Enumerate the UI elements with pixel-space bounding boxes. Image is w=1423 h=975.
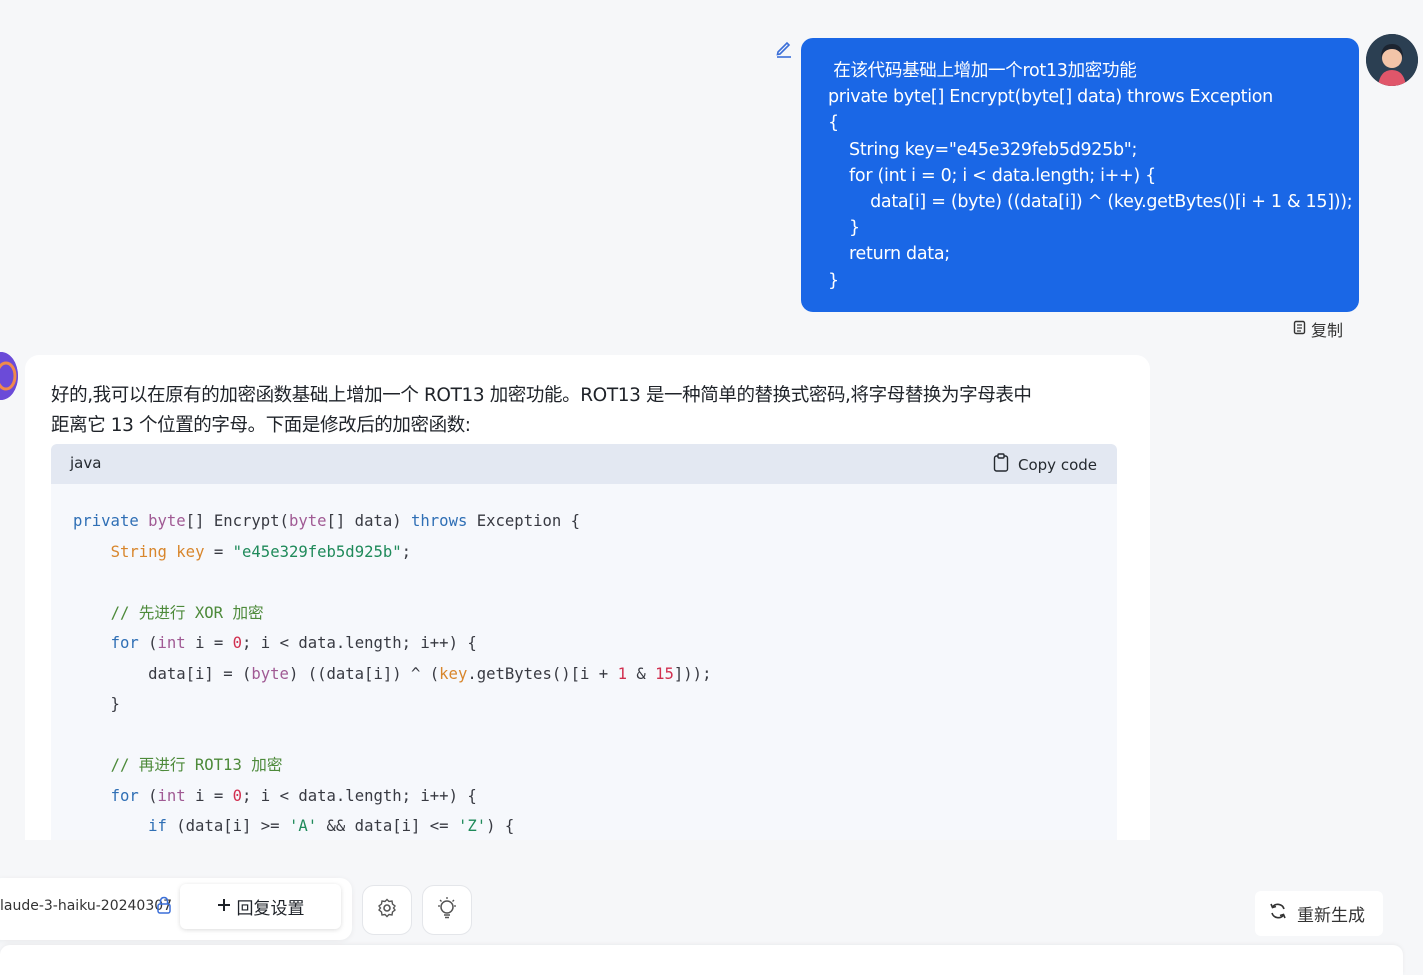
user-message-line: { [828, 113, 839, 134]
plus-icon [217, 897, 231, 917]
assistant-intro-line: 好的,我可以在原有的加密函数基础上增加一个 ROT13 加密功能。ROT13 是… [51, 385, 1032, 406]
code-block-header: java Copy code [51, 444, 1117, 484]
copy-code-button[interactable]: Copy code [993, 453, 1097, 476]
code-line: data[i] = (byte) ((data[i]) ^ (key.getBy… [73, 664, 712, 683]
user-message-line: return data; [828, 244, 950, 265]
refresh-icon [1269, 902, 1287, 925]
code-line: for (int i = 0; i < data.length; i++) { [110, 786, 477, 805]
model-name[interactable]: laude-3-haiku-20240307 [0, 898, 172, 914]
reply-settings-button[interactable]: 回复设置 [180, 884, 341, 929]
assistant-avatar [0, 352, 18, 400]
user-message-bubble: 在该代码基础上增加一个rot13加密功能 private byte[] Encr… [801, 38, 1359, 312]
code-line: private byte[] Encrypt(byte[] data) thro… [73, 512, 581, 530]
regenerate-label: 重新生成 [1297, 906, 1365, 926]
code-line: String key = "e45e329feb5d925b"; [110, 542, 412, 561]
bottom-toolbar: laude-3-haiku-20240307 回复设置 [0, 878, 352, 940]
assistant-message-card: 好的,我可以在原有的加密函数基础上增加一个 ROT13 加密功能。ROT13 是… [25, 355, 1150, 840]
user-message-line: String key="e45e329feb5d925b"; [828, 139, 1138, 160]
lock-icon [156, 896, 172, 918]
pencil-icon[interactable] [775, 38, 793, 58]
copy-code-label: Copy code [1018, 455, 1097, 474]
assistant-intro-line: 距离它 13 个位置的字母。下面是修改后的加密函数: [51, 415, 471, 436]
user-message-line: data[i] = (byte) ((data[i]) ^ (key.getBy… [828, 191, 1353, 212]
clipboard-icon [1292, 319, 1308, 339]
copy-message-button[interactable]: 复制 [1292, 317, 1343, 341]
user-message-line: } [828, 218, 860, 239]
ai-idea-button[interactable] [422, 885, 472, 935]
assistant-intro-text: 好的,我可以在原有的加密函数基础上增加一个 ROT13 加密功能。ROT13 是… [51, 381, 1131, 441]
code-line: if (data[i] >= 'A' && data[i] <= 'Z') { [148, 817, 515, 835]
regenerate-button[interactable]: 重新生成 [1255, 891, 1383, 936]
gear-icon [377, 898, 397, 922]
code-language-label: java [70, 454, 102, 472]
code-lines: private byte[] Encrypt(byte[] data) thro… [73, 509, 711, 840]
message-input-area[interactable] [0, 945, 1403, 975]
code-line: } [73, 695, 120, 713]
code-line: // 再进行 ROT13 加密 [110, 756, 283, 774]
lightbulb-icon [435, 896, 459, 924]
user-message-line: for (int i = 0; i < data.length; i++) { [828, 165, 1157, 186]
code-block: private byte[] Encrypt(byte[] data) thro… [51, 484, 1117, 840]
clipboard-icon [993, 453, 1009, 476]
copy-label: 复制 [1311, 321, 1344, 340]
user-message-line: 在该代码基础上增加一个rot13加密功能 [828, 61, 1137, 81]
reply-settings-label: 回复设置 [236, 899, 305, 919]
settings-button[interactable] [362, 885, 412, 935]
code-line: for (int i = 0; i < data.length; i++) { [110, 634, 477, 652]
user-message-line: private byte[] Encrypt(byte[] data) thro… [828, 87, 1273, 108]
user-avatar [1366, 34, 1418, 86]
user-message-line: } [828, 270, 839, 291]
code-line: // 先进行 XOR 加密 [110, 603, 264, 622]
